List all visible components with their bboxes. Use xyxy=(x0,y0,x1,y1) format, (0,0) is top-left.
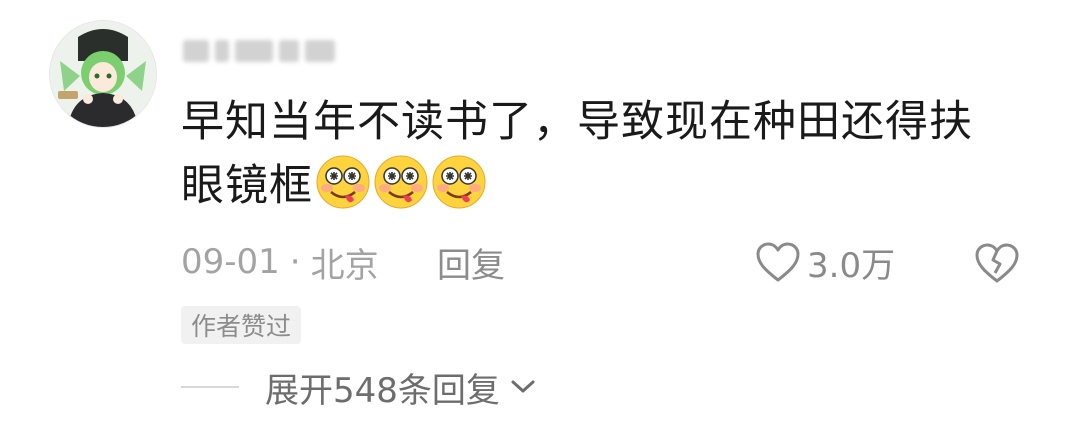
divider-line xyxy=(181,386,239,388)
dislike-button[interactable] xyxy=(974,240,1020,284)
username-redacted[interactable] xyxy=(183,34,335,68)
blurred-username-segment xyxy=(279,40,299,62)
author-liked-badge: 作者赞过 xyxy=(181,306,302,344)
expand-replies-button[interactable]: 展开548条回复 xyxy=(265,363,536,412)
comment-meta: 09-01 · 北京 xyxy=(181,237,379,287)
blurred-username-segment xyxy=(235,40,273,62)
blurred-username-segment xyxy=(215,40,229,62)
drunk-face-emoji xyxy=(432,155,486,209)
comment-item: 早知当年不读书了，导致现在种田还得扶 眼镜框 09-01 · 北京 回复 3.0… xyxy=(0,0,1079,433)
blurred-username-segment xyxy=(305,40,335,62)
meta-separator: · xyxy=(289,242,301,282)
heart-outline-icon xyxy=(756,242,800,282)
comment-text: 早知当年不读书了，导致现在种田还得扶 眼镜框 xyxy=(181,90,1041,218)
avatar[interactable] xyxy=(49,20,157,128)
blurred-username-segment xyxy=(183,40,209,62)
emoji-row xyxy=(315,154,487,210)
comment-text-line-2: 眼镜框 xyxy=(181,161,313,211)
comment-text-line-1: 早知当年不读书了，导致现在种田还得扶 xyxy=(181,97,973,147)
reply-button[interactable]: 回复 xyxy=(437,237,505,287)
drunk-face-emoji xyxy=(374,155,428,209)
like-count: 3.0万 xyxy=(807,245,896,286)
expand-replies-row: 展开548条回复 xyxy=(181,362,536,412)
broken-heart-icon xyxy=(975,243,1019,283)
chevron-down-icon xyxy=(511,380,535,393)
comment-date: 09-01 xyxy=(181,242,280,282)
drunk-face-emoji xyxy=(316,155,370,209)
expand-replies-label: 展开548条回复 xyxy=(265,370,500,411)
comment-location: 北京 xyxy=(310,245,379,286)
like-button[interactable]: 3.0万 xyxy=(755,237,895,287)
